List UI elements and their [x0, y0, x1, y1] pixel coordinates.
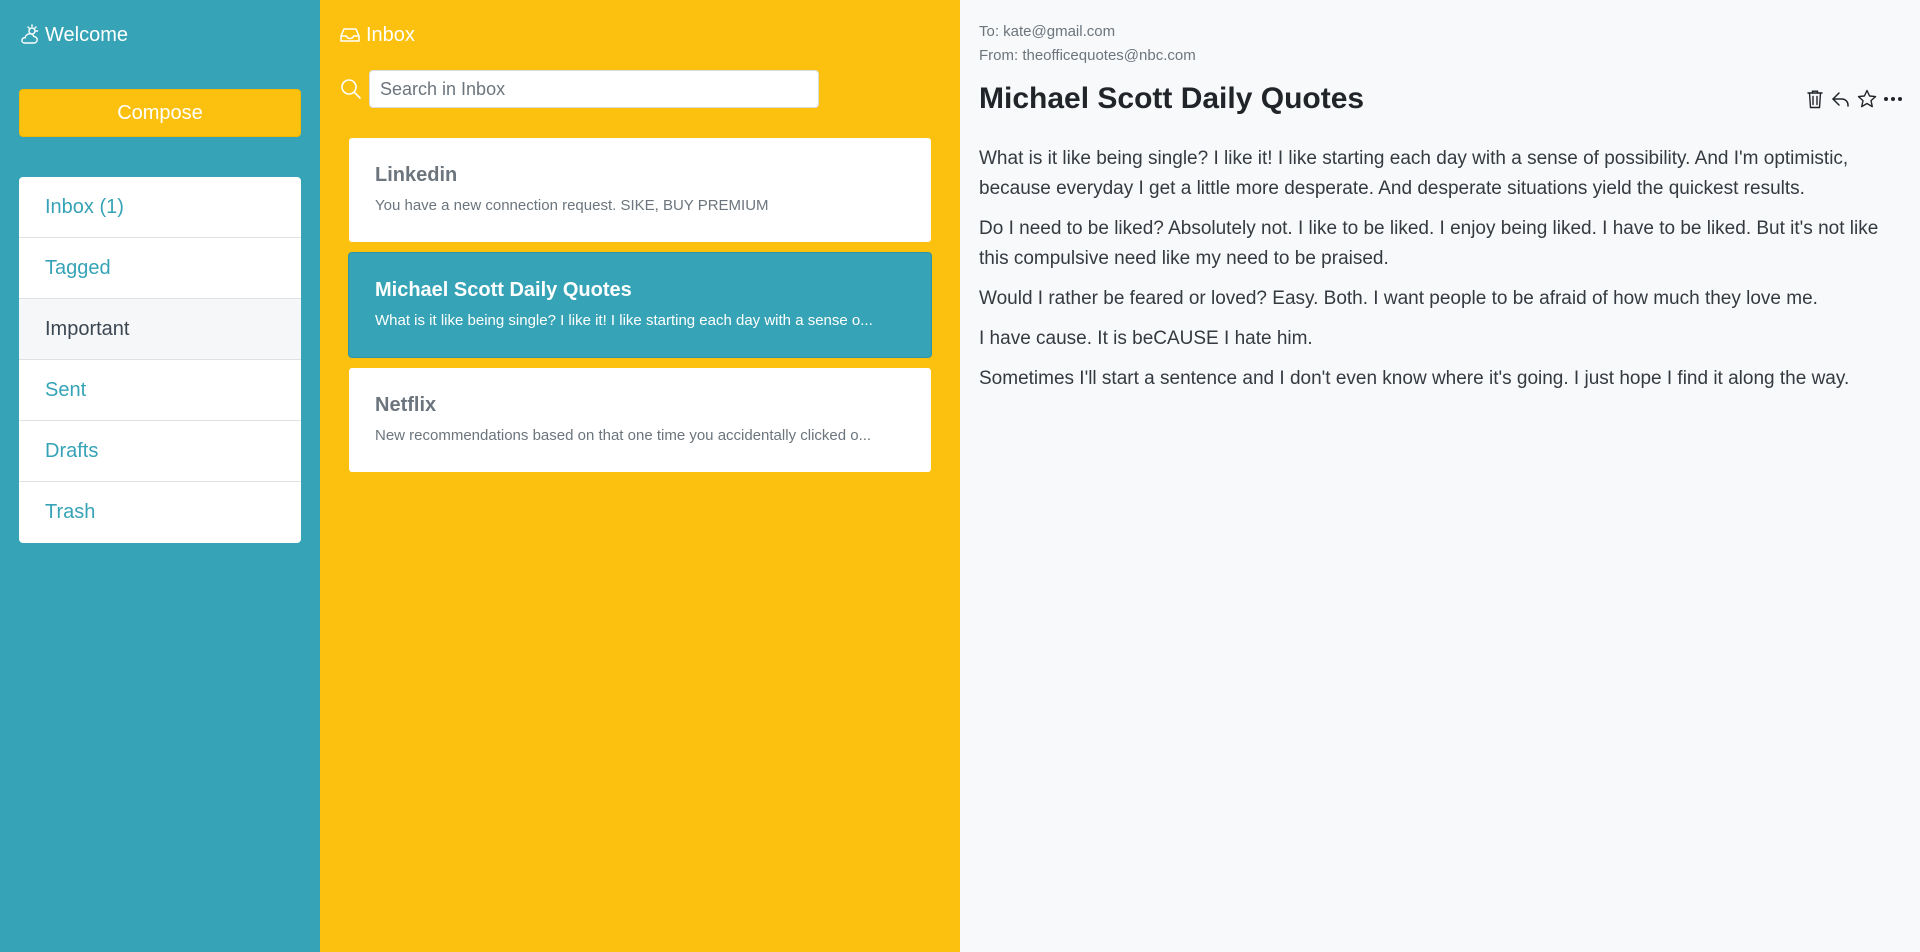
email-paragraph: Sometimes I'll start a sentence and I do…: [979, 368, 1850, 389]
email-sender: Linkedin: [375, 164, 458, 186]
brand-title: Welcome: [45, 23, 128, 46]
inbox-tray-icon: [339, 24, 361, 46]
email-item-netflix[interactable]: Netflix New recommendations based on tha…: [349, 368, 931, 472]
subject-row: Michael Scott Daily Quotes: [979, 82, 1903, 116]
email-sender: Netflix: [375, 394, 437, 416]
email-paragraph: I have cause. It is beCAUSE I hate him.: [979, 328, 1313, 349]
nav-item-drafts[interactable]: Drafts: [19, 421, 301, 482]
search-input[interactable]: [369, 70, 819, 108]
folder-nav: Inbox (1) Tagged Important Sent Drafts T…: [19, 177, 301, 543]
star-icon[interactable]: [1857, 89, 1877, 109]
email-sender: Michael Scott Daily Quotes: [375, 279, 632, 301]
email-subject: Michael Scott Daily Quotes: [979, 82, 1365, 115]
email-actions: [1805, 89, 1903, 109]
email-paragraph: What is it like being single? I like it!…: [979, 148, 1849, 199]
email-preview: You have a new connection request. SIKE,…: [375, 197, 769, 214]
search-bar: [339, 70, 941, 108]
nav-item-sent[interactable]: Sent: [19, 360, 301, 421]
search-icon[interactable]: [339, 77, 363, 101]
compose-button[interactable]: Compose: [19, 89, 301, 137]
sidebar: Welcome Compose Inbox (1) Tagged Importa…: [0, 0, 320, 952]
email-meta: To: kate@gmail.com From: theofficequotes…: [979, 20, 1901, 68]
trash-icon[interactable]: [1805, 89, 1825, 109]
email-body: What is it like being single? I like it!…: [979, 144, 1901, 394]
nav-item-inbox[interactable]: Inbox (1): [19, 177, 301, 238]
email-paragraph: Do I need to be liked? Absolutely not. I…: [979, 218, 1879, 269]
brand: Welcome: [19, 0, 301, 70]
email-preview: New recommendations based on that one ti…: [375, 427, 872, 444]
email-to: To: kate@gmail.com: [979, 23, 1116, 40]
inbox-header: Inbox: [339, 0, 941, 70]
email-list: Linkedin You have a new connection reque…: [339, 138, 941, 472]
email-reader: To: kate@gmail.com From: theofficequotes…: [960, 0, 1920, 952]
more-icon[interactable]: [1883, 89, 1903, 109]
email-paragraph: Would I rather be feared or loved? Easy.…: [979, 288, 1818, 309]
email-preview: What is it like being single? I like it!…: [375, 312, 873, 329]
nav-item-trash[interactable]: Trash: [19, 482, 301, 543]
cloud-sun-icon: [19, 24, 41, 46]
email-from: From: theofficequotes@nbc.com: [979, 47, 1196, 64]
reply-icon[interactable]: [1831, 89, 1851, 109]
nav-item-important[interactable]: Important: [19, 299, 301, 360]
email-item-linkedin[interactable]: Linkedin You have a new connection reque…: [349, 138, 931, 242]
email-item-michael-scott[interactable]: Michael Scott Daily Quotes What is it li…: [349, 253, 931, 357]
inbox-title: Inbox: [366, 23, 415, 46]
inbox-pane: Inbox Linkedin You have a new connection…: [320, 0, 960, 952]
nav-item-tagged[interactable]: Tagged: [19, 238, 301, 299]
